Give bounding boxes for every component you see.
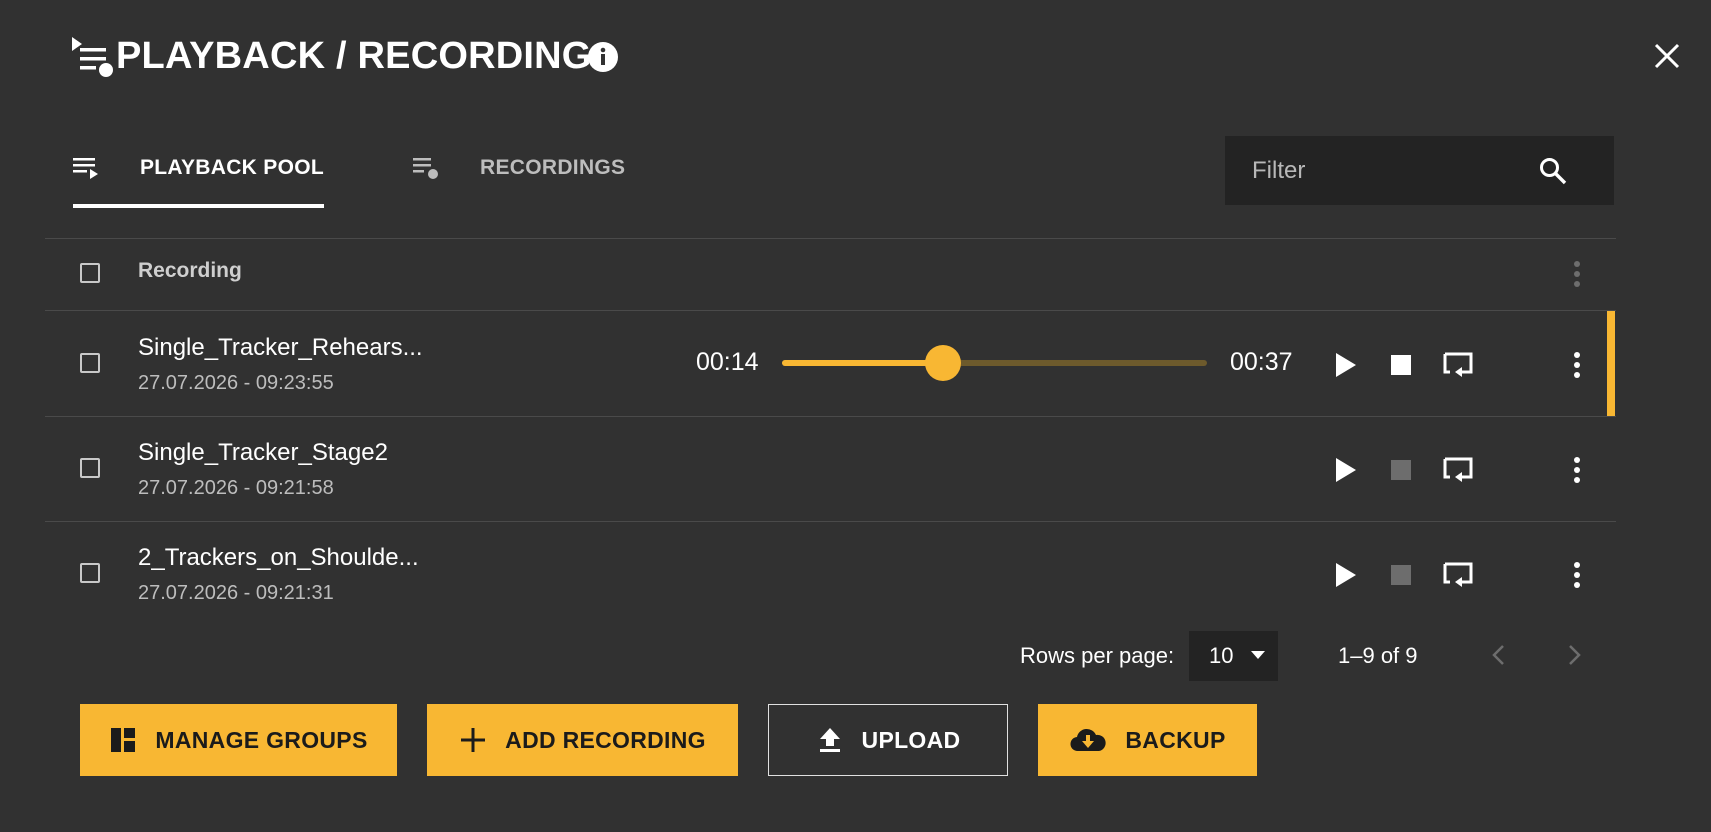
row-checkbox[interactable]: [80, 458, 100, 478]
recording-date: 27.07.2026 - 09:21:58: [138, 477, 334, 499]
rows-per-page-value: 10: [1209, 643, 1234, 668]
tab-label: RECORDINGS: [480, 156, 626, 179]
stop-icon: [1391, 565, 1411, 585]
row-menu-icon[interactable]: [1565, 454, 1589, 486]
row-checkbox[interactable]: [80, 353, 100, 373]
column-menu-icon[interactable]: [1565, 258, 1589, 290]
total-duration: 00:37: [1230, 348, 1293, 376]
stop-icon: [1391, 460, 1411, 480]
recording-name: 2_Trackers_on_Shoulde...: [138, 544, 419, 571]
previous-page-icon[interactable]: [1485, 641, 1513, 669]
row-menu-icon[interactable]: [1565, 349, 1589, 381]
upload-icon: [819, 728, 840, 752]
progress-slider-thumb[interactable]: [924, 345, 961, 381]
dropdown-arrow-icon: [1251, 651, 1265, 659]
column-header-recording: Recording: [138, 259, 242, 282]
active-tab-indicator: [73, 204, 324, 208]
dashboard-icon: [111, 728, 136, 752]
row-checkbox[interactable]: [80, 563, 100, 583]
recording-name: Single_Tracker_Stage2: [138, 439, 388, 466]
recording-date: 27.07.2026 - 09:23:55: [138, 372, 334, 394]
plus-icon: [461, 728, 486, 752]
elapsed-time: 00:14: [696, 348, 759, 376]
cloud-download-icon: [1070, 728, 1107, 752]
next-page-icon[interactable]: [1560, 641, 1588, 669]
playlist-record-icon: [72, 37, 113, 77]
add-recording-label: ADD RECORDING: [505, 726, 706, 753]
rows-per-page-label: Rows per page:: [1020, 643, 1175, 668]
play-icon[interactable]: [1330, 350, 1360, 380]
divider: [45, 521, 1616, 522]
row-menu-icon[interactable]: [1565, 559, 1589, 591]
divider: [45, 238, 1616, 239]
backup-label: BACKUP: [1125, 726, 1226, 753]
manage-groups-label: MANAGE GROUPS: [155, 726, 368, 753]
backup-button[interactable]: BACKUP: [1038, 704, 1257, 776]
loop-icon[interactable]: [1443, 560, 1473, 590]
upload-label: UPLOAD: [861, 726, 961, 753]
playlist-record-icon: [413, 158, 438, 179]
progress-slider-fill: [782, 360, 943, 366]
search-icon[interactable]: [1537, 155, 1569, 187]
loop-icon[interactable]: [1443, 350, 1473, 380]
play-icon[interactable]: [1330, 560, 1360, 590]
add-recording-button[interactable]: ADD RECORDING: [427, 704, 738, 776]
filter-field: [1225, 136, 1614, 205]
recording-name: Single_Tracker_Rehears...: [138, 334, 423, 361]
tab-label: PLAYBACK POOL: [140, 156, 324, 179]
play-icon[interactable]: [1330, 455, 1360, 485]
tab-recordings[interactable]: RECORDINGS: [412, 130, 625, 206]
loop-icon[interactable]: [1443, 455, 1473, 485]
stop-icon[interactable]: [1386, 350, 1416, 380]
recording-date: 27.07.2026 - 09:21:31: [138, 582, 334, 604]
filter-input[interactable]: [1225, 136, 1535, 205]
select-all-checkbox[interactable]: [80, 263, 100, 283]
divider: [45, 416, 1616, 417]
close-icon[interactable]: [1651, 40, 1683, 72]
playlist-play-icon: [73, 158, 98, 179]
active-row-indicator: [1607, 311, 1615, 417]
page-title: PLAYBACK / RECORDING: [116, 35, 592, 77]
info-icon[interactable]: [587, 41, 619, 73]
rows-per-page-select[interactable]: 10: [1189, 631, 1278, 681]
pagination-range: 1–9 of 9: [1338, 643, 1418, 668]
tab-playback-pool[interactable]: PLAYBACK POOL: [72, 130, 324, 206]
upload-button[interactable]: UPLOAD: [768, 704, 1008, 776]
manage-groups-button[interactable]: MANAGE GROUPS: [80, 704, 397, 776]
